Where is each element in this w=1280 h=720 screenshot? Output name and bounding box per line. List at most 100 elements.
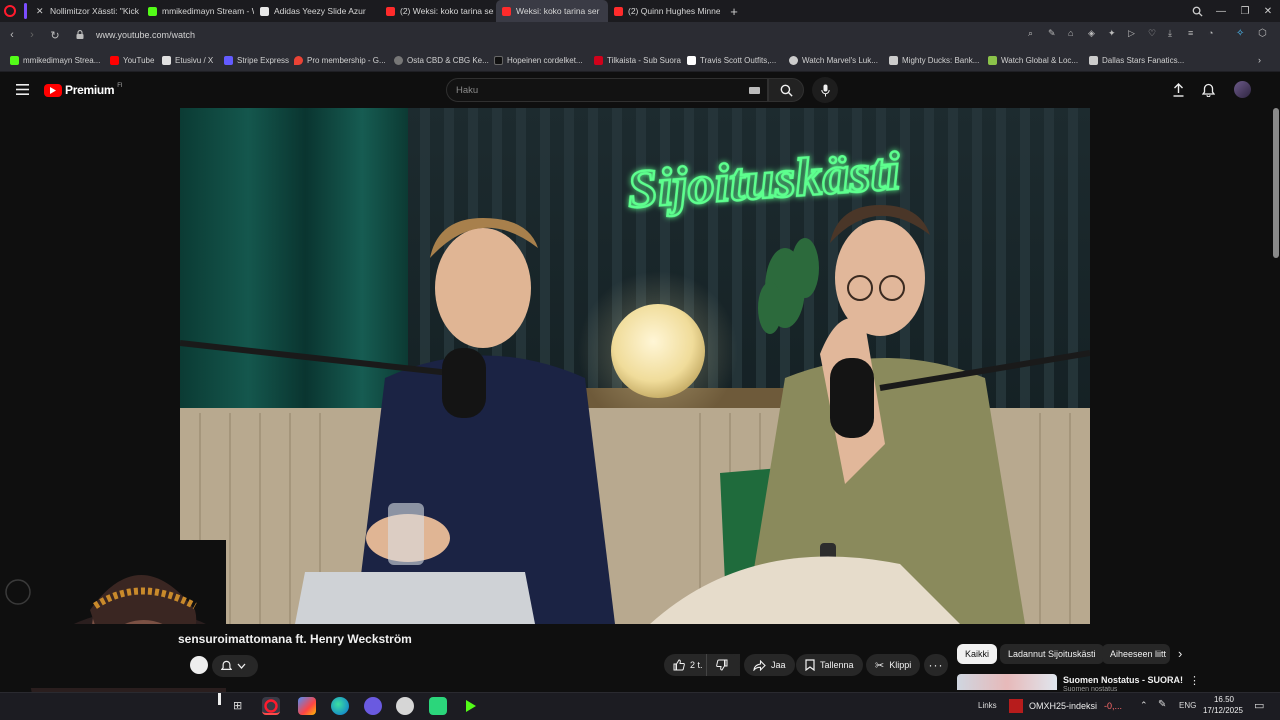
search-input[interactable]: Haku: [446, 78, 768, 102]
bookmark-item[interactable]: Hopeinen cordelket...: [494, 53, 583, 67]
map-pin-icon: [294, 55, 303, 65]
forward-arrow-icon[interactable]: ›: [23, 26, 41, 44]
bookmark-item[interactable]: Travis Scott Outfits,...: [687, 53, 776, 67]
play-icon[interactable]: ▷: [1128, 28, 1140, 40]
aria-icon[interactable]: ✧: [1236, 28, 1250, 42]
youtube-premium-logo[interactable]: Premium FI: [44, 83, 123, 97]
keyboard-icon[interactable]: [749, 87, 760, 94]
travis-icon: [687, 55, 696, 65]
back-arrow-icon[interactable]: ‹: [3, 26, 21, 44]
minimize-icon[interactable]: —: [1209, 0, 1233, 22]
tilkaista-icon: [594, 55, 603, 65]
subscription-bell-button[interactable]: [212, 655, 258, 677]
shield-icon[interactable]: ◈: [1088, 28, 1100, 40]
kick-icon: [148, 6, 157, 16]
search-icon[interactable]: ⌕: [1028, 28, 1040, 40]
links-toolbar[interactable]: Links: [978, 701, 997, 710]
video-player[interactable]: Sijoituskästi: [180, 108, 1090, 624]
kt-icon: [494, 55, 503, 65]
running-icon: [1089, 55, 1098, 65]
chip-all[interactable]: Kaikki: [957, 644, 998, 664]
new-tab-plus-icon[interactable]: +: [722, 0, 746, 22]
speaker-icon: [502, 6, 511, 16]
extension-icon[interactable]: ✦: [1108, 28, 1120, 40]
stock-ticker-name[interactable]: OMXH25-indeksi: [1029, 701, 1097, 711]
video-title: sensuroimattomana ft. Henry Weckström: [178, 632, 412, 646]
photos-icon[interactable]: [298, 697, 316, 715]
settings-cube-icon[interactable]: ⬡: [1258, 28, 1272, 42]
tab-youtube-quinn-hughes[interactable]: (2) Quinn Hughes Minne: [608, 0, 720, 22]
tab-youtube-weksi-active[interactable]: Weksi: koko tarina ser: [496, 0, 608, 22]
bookmark-item[interactable]: Watch Global & Loc...: [988, 53, 1078, 67]
dislike-button[interactable]: [706, 654, 740, 676]
hamburger-menu-icon[interactable]: [16, 84, 29, 95]
tab-search-icon[interactable]: [1185, 0, 1209, 22]
menu-icon[interactable]: ≡: [1188, 28, 1200, 40]
chip-uploaded-by-channel[interactable]: Ladannut Sijoituskästi: [1000, 644, 1104, 664]
bookmark-item[interactable]: Stripe Express: [224, 53, 289, 67]
close-icon[interactable]: ✕: [1256, 0, 1280, 22]
restore-icon[interactable]: ❐: [1233, 0, 1257, 22]
bookmark-item[interactable]: YouTube: [110, 53, 154, 67]
stock-widget-icon[interactable]: [1009, 699, 1023, 713]
input-language[interactable]: ENG: [1179, 701, 1196, 710]
channel-avatar[interactable]: [190, 656, 208, 674]
chips-next-chevron-icon[interactable]: ›: [1178, 646, 1182, 661]
browser-tab-strip: ✕ Nollimitzor Xässti: "Kick Str mmikedim…: [0, 0, 1280, 22]
obs-icon[interactable]: [396, 697, 414, 715]
bookmark-item[interactable]: Watch Marvel's Luk...: [789, 53, 878, 67]
clock-date[interactable]: 17/12/2025: [1200, 706, 1246, 715]
share-button[interactable]: Jaa: [744, 654, 795, 676]
edge-icon[interactable]: [331, 697, 349, 715]
tray-chevron-up-icon[interactable]: ⌃: [1140, 700, 1148, 711]
youtube-play-icon: [44, 83, 62, 97]
tab-mmikedimayn-stream[interactable]: mmikedimayn Stream - W: [142, 0, 254, 22]
bookmark-item[interactable]: Dallas Stars Fanatics...: [1089, 53, 1184, 67]
upload-icon[interactable]: [1172, 83, 1185, 97]
edit-icon[interactable]: ✎: [1048, 28, 1060, 40]
download-icon[interactable]: ⤓: [1168, 28, 1180, 40]
suggested-video-title[interactable]: Suomen Nostatus - SUORA!: [1063, 675, 1183, 685]
kick-taskbar-icon[interactable]: [462, 697, 480, 715]
lock-icon[interactable]: [76, 30, 84, 39]
bookmark-item[interactable]: mmikedimayn Strea...: [10, 53, 100, 67]
clip-button[interactable]: ✂ Klippi: [866, 654, 921, 676]
bookmark-item[interactable]: Osta CBD & CBG Ke...: [394, 53, 489, 67]
voice-search-button[interactable]: [812, 77, 838, 103]
heart-icon[interactable]: ♡: [1148, 28, 1160, 40]
bookmark-item[interactable]: Tilkaista - Sub Suora: [594, 53, 681, 67]
avatar[interactable]: [1234, 81, 1251, 98]
discord-icon[interactable]: [364, 697, 382, 715]
search-button[interactable]: [768, 78, 804, 102]
chat-app-icon[interactable]: [429, 697, 447, 715]
bookmark-item[interactable]: Etusivu / X: [162, 53, 213, 67]
stripe-icon: [224, 55, 233, 65]
tab-adidas-yeezy[interactable]: Adidas Yeezy Slide Azure: [254, 0, 366, 22]
suggestion-more-vertical-icon[interactable]: ⋮: [1189, 674, 1200, 687]
x-icon: [162, 55, 171, 65]
bookmarks-more-chevron-icon[interactable]: ›: [1258, 53, 1261, 67]
bookmark-item[interactable]: Pro membership - G...: [294, 53, 386, 67]
chevron-down-icon: [237, 663, 246, 669]
notification-center-icon[interactable]: ▭: [1254, 699, 1264, 712]
suggested-video-thumbnail[interactable]: [957, 674, 1057, 690]
opera-logo-icon[interactable]: [4, 5, 16, 17]
profile-icon[interactable]: ◔: [1208, 28, 1220, 40]
reload-icon[interactable]: ↻: [46, 26, 64, 44]
notifications-bell-icon[interactable]: [1202, 83, 1215, 97]
address-bar-row: ‹ › ↻ www.youtube.com/watch ⌕ ✎ ⌂ ◈ ✦ ▷ …: [0, 22, 1280, 48]
page-scrollbar-thumb[interactable]: [1273, 108, 1279, 258]
bell-icon: [221, 660, 232, 670]
task-view-icon[interactable]: ⊞: [233, 699, 242, 712]
adidas-icon: [260, 6, 269, 16]
more-actions-button[interactable]: ···: [924, 654, 948, 676]
tab-kick-stream[interactable]: ✕ Nollimitzor Xässti: "Kick Str: [30, 0, 140, 22]
chip-related[interactable]: Aiheeseen liitt: [1102, 644, 1170, 664]
pen-icon[interactable]: ✎: [1158, 699, 1166, 710]
bookmark-item[interactable]: Mighty Ducks: Bank...: [889, 53, 979, 67]
opera-taskbar-icon[interactable]: [262, 697, 280, 715]
tab-youtube-weksi-1[interactable]: (2) Weksi: koko tarina ser: [380, 0, 494, 22]
camera-icon[interactable]: ⌂: [1068, 28, 1080, 40]
clock-time[interactable]: 16.50: [1206, 695, 1242, 704]
save-button[interactable]: Tallenna: [796, 654, 863, 676]
